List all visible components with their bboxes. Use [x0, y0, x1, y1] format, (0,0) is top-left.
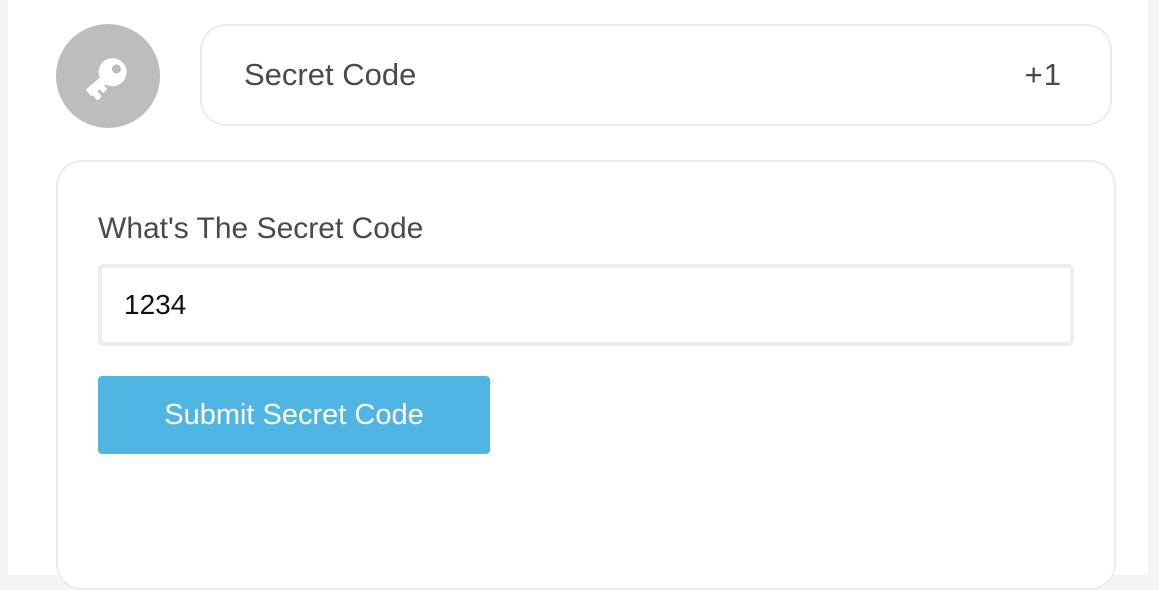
secret-code-header: Secret Code +1 — [200, 24, 1112, 126]
submit-secret-code-button[interactable]: Submit Secret Code — [98, 376, 490, 454]
header-title: Secret Code — [244, 57, 417, 92]
points-badge: +1 — [1024, 57, 1062, 92]
secret-code-label: What's The Secret Code — [98, 212, 424, 245]
secret-code-input[interactable] — [98, 264, 1074, 346]
secret-code-form: What's The Secret Code Submit Secret Cod… — [56, 160, 1116, 590]
key-icon — [76, 44, 140, 108]
secret-code-panel: Secret Code +1 What's The Secret Code Su… — [8, 0, 1148, 590]
avatar — [56, 24, 160, 128]
